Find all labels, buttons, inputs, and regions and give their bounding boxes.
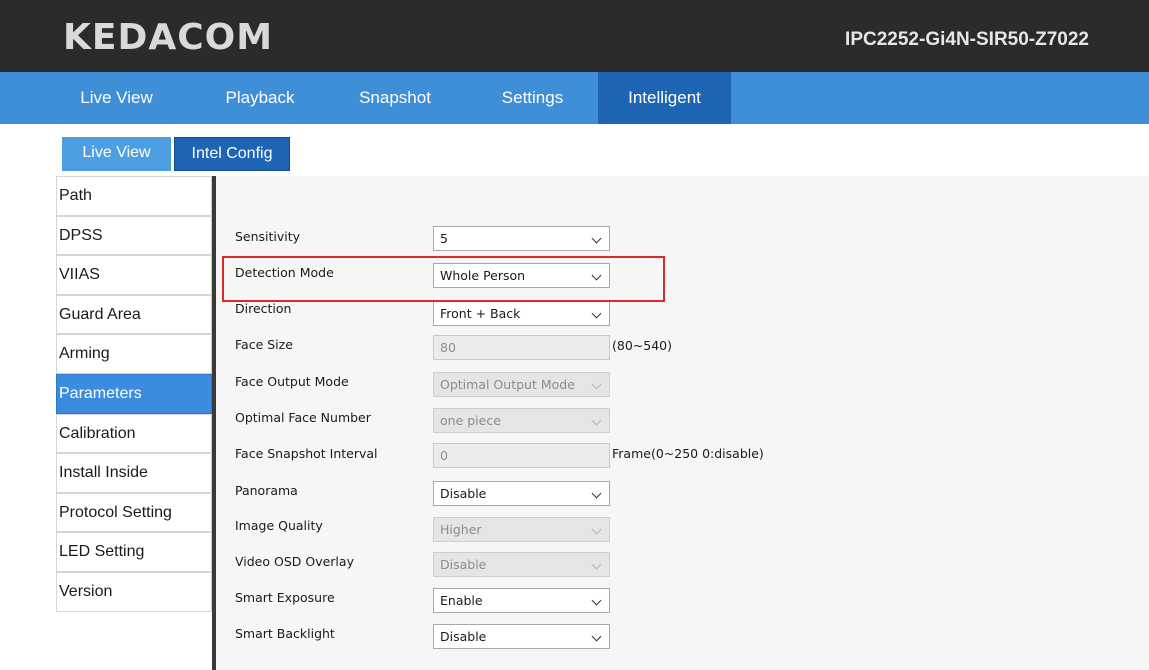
sidebar-item-version[interactable]: Version — [56, 571, 213, 612]
sidebar-item-path[interactable]: Path — [56, 176, 213, 216]
sidebar-menu: Path DPSS VIIAS Guard Area Arming Parame… — [56, 176, 213, 612]
video-osd-overlay-select[interactable]: Disable — [433, 552, 610, 577]
sensitivity-select[interactable]: 5 — [433, 226, 610, 251]
chevron-down-icon — [591, 415, 602, 426]
smart-backlight-value: Disable — [440, 629, 487, 644]
sidebar-item-viias[interactable]: VIIAS — [56, 255, 213, 295]
face-size-hint: (80~540) — [612, 338, 672, 353]
direction-value: Front + Back — [440, 306, 521, 321]
face-snapshot-interval-hint: Frame(0~250 0:disable) — [612, 446, 764, 461]
sidebar-item-parameters[interactable]: Parameters — [56, 373, 213, 414]
sidebar-item-guard-area[interactable]: Guard Area — [56, 294, 213, 335]
direction-select[interactable]: Front + Back — [433, 301, 610, 326]
face-output-mode-value: Optimal Output Mode — [440, 377, 575, 392]
smart-exposure-value: Enable — [440, 593, 483, 608]
chevron-down-icon — [591, 595, 602, 606]
sub-tab-bar: Live View Intel Config — [0, 124, 1149, 176]
tab-playback[interactable]: Playback — [205, 72, 315, 124]
optimal-face-number-value: one piece — [440, 413, 501, 428]
chevron-down-icon — [591, 631, 602, 642]
face-output-mode-label: Face Output Mode — [235, 374, 349, 389]
direction-label: Direction — [235, 301, 292, 316]
face-snapshot-interval-label: Face Snapshot Interval — [235, 446, 378, 461]
chevron-down-icon — [591, 233, 602, 244]
kedacom-logo: KEDACOM — [63, 17, 274, 58]
subtab-live-view[interactable]: Live View — [62, 137, 171, 171]
tab-intelligent[interactable]: Intelligent — [598, 72, 731, 124]
sidebar-item-dpss[interactable]: DPSS — [56, 215, 213, 256]
optimal-face-number-select[interactable]: one piece — [433, 408, 610, 433]
smart-exposure-select[interactable]: Enable — [433, 588, 610, 613]
panorama-value: Disable — [440, 486, 487, 501]
face-size-label: Face Size — [235, 337, 293, 352]
tab-snapshot[interactable]: Snapshot — [340, 72, 450, 124]
face-size-input[interactable]: 80 — [433, 335, 610, 360]
panorama-label: Panorama — [235, 483, 298, 498]
video-osd-overlay-value: Disable — [440, 557, 487, 572]
sensitivity-label: Sensitivity — [235, 229, 301, 244]
sidebar-item-calibration[interactable]: Calibration — [56, 413, 213, 454]
subtab-intel-config[interactable]: Intel Config — [174, 137, 290, 171]
device-model: IPC2252-Gi4N-SIR50-Z7022 — [845, 29, 1089, 50]
image-quality-label: Image Quality — [235, 518, 323, 533]
smart-backlight-label: Smart Backlight — [235, 626, 335, 641]
header-bar: KEDACOM IPC2252-Gi4N-SIR50-Z7022 — [0, 0, 1149, 72]
sidebar-item-install-inside[interactable]: Install Inside — [56, 453, 213, 493]
chevron-down-icon — [591, 308, 602, 319]
chevron-down-icon — [591, 559, 602, 570]
sidebar-item-arming[interactable]: Arming — [56, 334, 213, 374]
sidebar-item-protocol-setting[interactable]: Protocol Setting — [56, 492, 213, 533]
detection-mode-highlight-box — [222, 256, 665, 302]
image-quality-select[interactable]: Higher — [433, 517, 610, 542]
smart-exposure-label: Smart Exposure — [235, 590, 335, 605]
video-osd-overlay-label: Video OSD Overlay — [235, 554, 354, 569]
face-snapshot-interval-input[interactable]: 0 — [433, 443, 610, 468]
image-quality-value: Higher — [440, 522, 482, 537]
sidebar-item-led-setting[interactable]: LED Setting — [56, 532, 213, 572]
panorama-select[interactable]: Disable — [433, 481, 610, 506]
optimal-face-number-label: Optimal Face Number — [235, 410, 371, 425]
main-nav: Live View Playback Snapshot Settings Int… — [0, 72, 1149, 124]
chevron-down-icon — [591, 488, 602, 499]
chevron-down-icon — [591, 379, 602, 390]
face-output-mode-select[interactable]: Optimal Output Mode — [433, 372, 610, 397]
tab-settings[interactable]: Settings — [470, 72, 595, 124]
smart-backlight-select[interactable]: Disable — [433, 624, 610, 649]
tab-live-view[interactable]: Live View — [62, 72, 171, 124]
chevron-down-icon — [591, 524, 602, 535]
sensitivity-value: 5 — [440, 231, 448, 246]
